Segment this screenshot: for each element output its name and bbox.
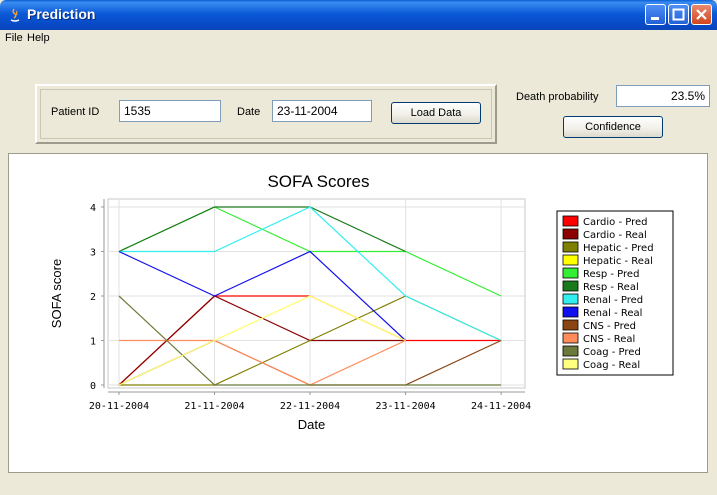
close-button[interactable] xyxy=(691,4,712,25)
legend-swatch xyxy=(562,293,579,305)
legend-label: Resp - Pred xyxy=(583,269,639,280)
window-title: Prediction xyxy=(27,6,96,22)
maximize-button[interactable] xyxy=(668,4,689,25)
y-axis-label: SOFA score xyxy=(49,259,64,328)
title-bar[interactable]: Prediction xyxy=(0,0,717,30)
legend-swatch xyxy=(562,345,579,357)
death-probability-field[interactable]: 23.5% xyxy=(616,85,710,107)
minimize-icon xyxy=(651,17,659,20)
legend-label: Hepatic - Real xyxy=(583,256,653,267)
maximize-icon xyxy=(672,8,685,21)
legend-label: CNS - Pred xyxy=(583,321,636,332)
legend-swatch xyxy=(562,319,579,331)
x-tick-label: 21-11-2004 xyxy=(184,401,244,412)
x-tick-label: 20-11-2004 xyxy=(89,401,149,412)
menu-bar: File Help xyxy=(0,30,717,48)
sofa-chart: SOFA Scores 0 1 2 3 4 20-11-2004 21-11-2004 22-1… xyxy=(49,172,674,432)
y-tick-label: 4 xyxy=(90,203,96,214)
java-app-icon xyxy=(10,8,20,22)
patient-panel: Patient ID 1535 Date 23-11-2004 Load Dat… xyxy=(35,84,497,144)
legend-label: Coag - Real xyxy=(583,360,640,371)
x-tick-label: 23-11-2004 xyxy=(375,401,435,412)
confidence-button[interactable]: Confidence xyxy=(563,116,663,138)
x-axis-label: Date xyxy=(298,417,325,432)
legend-swatch xyxy=(562,241,579,253)
legend-label: Renal - Real xyxy=(583,308,642,319)
legend-swatch xyxy=(562,215,579,227)
death-probability-label: Death probability xyxy=(516,91,599,103)
legend-label: CNS - Real xyxy=(583,334,635,345)
legend-label: Coag - Pred xyxy=(583,347,641,358)
menu-file[interactable]: File xyxy=(5,32,23,44)
date-label: Date xyxy=(237,106,261,118)
legend-swatch xyxy=(562,358,579,370)
legend-swatch xyxy=(562,228,579,240)
date-field[interactable]: 23-11-2004 xyxy=(272,100,372,122)
x-tick-label: 24-11-2004 xyxy=(471,401,531,412)
legend-label: Renal - Pred xyxy=(583,295,643,306)
y-tick-label: 2 xyxy=(90,292,96,303)
close-icon xyxy=(696,9,707,20)
legend-label: Hepatic - Pred xyxy=(583,243,654,254)
minimize-button[interactable] xyxy=(645,4,666,25)
patient-id-label: Patient ID xyxy=(51,106,100,118)
y-tick-label: 0 xyxy=(90,381,96,392)
y-tick-label: 3 xyxy=(90,248,96,259)
legend-swatch xyxy=(562,280,579,292)
legend-swatch xyxy=(562,267,579,279)
load-data-button[interactable]: Load Data xyxy=(391,102,481,124)
legend-label: Cardio - Pred xyxy=(583,217,648,228)
menu-help[interactable]: Help xyxy=(27,32,50,44)
legend-swatch xyxy=(562,332,579,344)
chart-panel: SOFA Scores 0 1 2 3 4 20-11-2004 21-11-2004 22-1… xyxy=(8,153,708,473)
patient-id-field[interactable]: 1535 xyxy=(119,100,221,122)
x-tick-label: 22-11-2004 xyxy=(280,401,340,412)
chart-title: SOFA Scores xyxy=(267,172,369,191)
y-tick-label: 1 xyxy=(90,337,96,348)
legend-swatch xyxy=(562,306,579,318)
legend-label: Cardio - Real xyxy=(583,230,647,241)
legend-swatch xyxy=(562,254,579,266)
legend-label: Resp - Real xyxy=(583,282,639,293)
